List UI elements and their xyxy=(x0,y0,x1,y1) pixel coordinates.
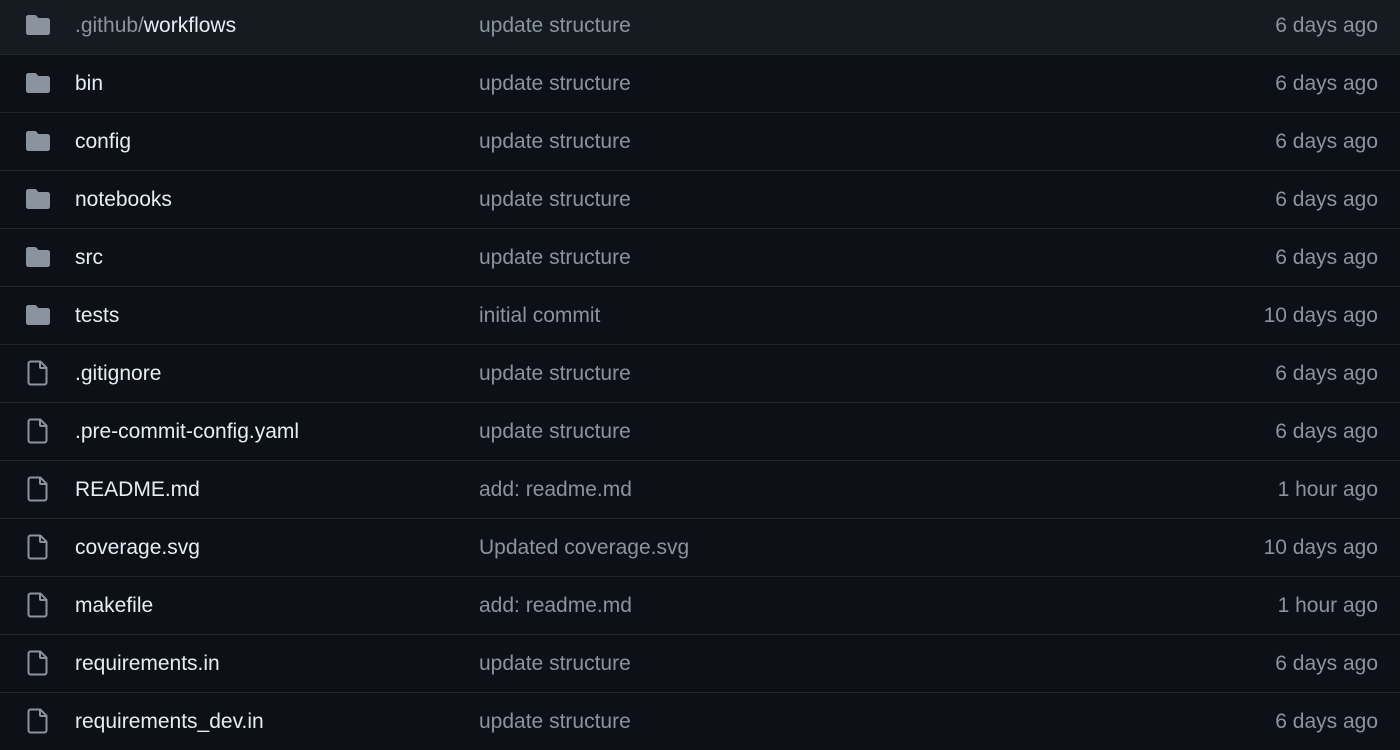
commit-age: 6 days ago xyxy=(1275,362,1378,385)
file-name[interactable]: .github/workflows xyxy=(75,0,236,54)
commit-age: 6 days ago xyxy=(1275,14,1378,37)
file-name-text: tests xyxy=(75,304,120,327)
commit-message[interactable]: update structure xyxy=(479,229,631,286)
commit-message[interactable]: initial commit xyxy=(479,287,600,344)
commit-age: 6 days ago xyxy=(1275,420,1378,443)
file-row[interactable]: config update structure 6 days ago xyxy=(0,113,1400,171)
file-name[interactable]: requirements.in xyxy=(75,635,220,692)
commit-age: 6 days ago xyxy=(1275,130,1378,153)
commit-message[interactable]: update structure xyxy=(479,55,631,112)
folder-icon xyxy=(24,69,52,97)
commit-message[interactable]: update structure xyxy=(479,693,631,750)
file-name-text: src xyxy=(75,246,103,269)
file-row[interactable]: bin update structure 6 days ago xyxy=(0,55,1400,113)
folder-icon xyxy=(24,11,52,39)
file-icon xyxy=(24,707,52,735)
file-icon xyxy=(24,533,52,561)
file-row[interactable]: notebooks update structure 6 days ago xyxy=(0,171,1400,229)
file-list: .github/workflows update structure 6 day… xyxy=(0,0,1400,747)
commit-age: 1 hour ago xyxy=(1277,478,1378,501)
commit-message[interactable]: update structure xyxy=(479,345,631,402)
file-name[interactable]: src xyxy=(75,229,103,286)
file-row[interactable]: README.md add: readme.md 1 hour ago xyxy=(0,461,1400,519)
file-name-text: notebooks xyxy=(75,188,172,211)
commit-message[interactable]: add: readme.md xyxy=(479,461,632,518)
file-name[interactable]: requirements_dev.in xyxy=(75,693,264,750)
file-name-text: .pre-commit-config.yaml xyxy=(75,420,300,443)
file-icon xyxy=(24,359,52,387)
file-name[interactable]: .gitignore xyxy=(75,345,161,402)
file-row[interactable]: coverage.svg Updated coverage.svg 10 day… xyxy=(0,519,1400,577)
file-name[interactable]: coverage.svg xyxy=(75,519,200,576)
file-name-text: requirements.in xyxy=(75,652,220,675)
commit-age: 6 days ago xyxy=(1275,652,1378,675)
file-name-text: bin xyxy=(75,72,104,95)
commit-message[interactable]: add: readme.md xyxy=(479,577,632,634)
commit-age: 6 days ago xyxy=(1275,710,1378,733)
file-row[interactable]: src update structure 6 days ago xyxy=(0,229,1400,287)
file-row[interactable]: .gitignore update structure 6 days ago xyxy=(0,345,1400,403)
file-icon xyxy=(24,417,52,445)
file-name-text: workflows xyxy=(143,14,237,37)
file-name-text: config xyxy=(75,130,132,153)
folder-icon xyxy=(24,301,52,329)
file-name-prefix: .github/ xyxy=(75,14,144,37)
file-name[interactable]: bin xyxy=(75,55,103,112)
commit-message[interactable]: update structure xyxy=(479,113,631,170)
file-row[interactable]: requirements.in update structure 6 days … xyxy=(0,635,1400,693)
folder-icon xyxy=(24,185,52,213)
file-name-text: requirements_dev.in xyxy=(75,710,264,733)
file-name-text: coverage.svg xyxy=(75,536,200,559)
commit-message[interactable]: update structure xyxy=(479,171,631,228)
commit-message[interactable]: update structure xyxy=(479,635,631,692)
commit-message[interactable]: Updated coverage.svg xyxy=(479,519,689,576)
folder-icon xyxy=(24,127,52,155)
commit-age: 6 days ago xyxy=(1275,246,1378,269)
file-row[interactable]: requirements_dev.in update structure 6 d… xyxy=(0,693,1400,750)
file-name[interactable]: tests xyxy=(75,287,119,344)
file-name[interactable]: .pre-commit-config.yaml xyxy=(75,403,299,460)
commit-age: 6 days ago xyxy=(1275,188,1378,211)
commit-message[interactable]: update structure xyxy=(479,403,631,460)
file-row[interactable]: .pre-commit-config.yaml update structure… xyxy=(0,403,1400,461)
commit-age: 10 days ago xyxy=(1263,304,1378,327)
file-row[interactable]: .github/workflows update structure 6 day… xyxy=(0,0,1400,55)
commit-age: 1 hour ago xyxy=(1277,594,1378,617)
file-icon xyxy=(24,649,52,677)
file-row[interactable]: makefile add: readme.md 1 hour ago xyxy=(0,577,1400,635)
file-row[interactable]: tests initial commit 10 days ago xyxy=(0,287,1400,345)
file-name-text: .gitignore xyxy=(75,362,162,385)
file-icon xyxy=(24,475,52,503)
file-name-text: README.md xyxy=(75,478,200,501)
file-icon xyxy=(24,591,52,619)
file-name[interactable]: notebooks xyxy=(75,171,172,228)
file-name[interactable]: README.md xyxy=(75,461,200,518)
commit-message[interactable]: update structure xyxy=(479,0,631,54)
commit-age: 6 days ago xyxy=(1275,72,1378,95)
file-name[interactable]: config xyxy=(75,113,131,170)
folder-icon xyxy=(24,243,52,271)
file-name[interactable]: makefile xyxy=(75,577,153,634)
file-name-text: makefile xyxy=(75,594,154,617)
commit-age: 10 days ago xyxy=(1263,536,1378,559)
